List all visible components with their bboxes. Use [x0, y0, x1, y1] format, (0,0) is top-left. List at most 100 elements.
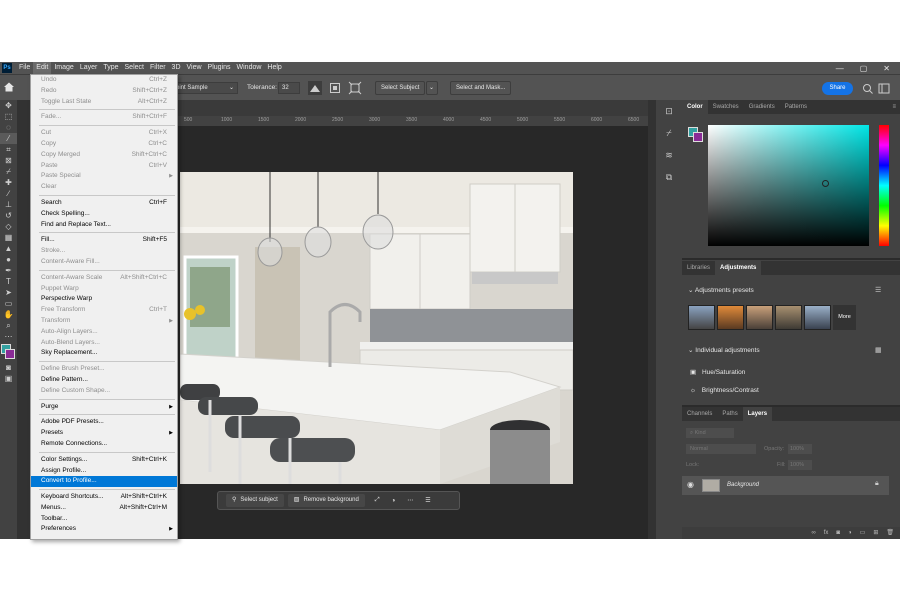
select-subject-button[interactable]: Select Subject [375, 81, 426, 95]
sample-all-layers-icon[interactable] [348, 81, 362, 95]
layer-row[interactable]: ◉ Background 🔒︎ [682, 476, 889, 495]
path-selection-icon[interactable]: ➤ [0, 287, 17, 298]
gradient-tool-icon[interactable]: ▦ [0, 232, 17, 243]
move-tool-icon[interactable]: ✥ [0, 100, 17, 111]
screen-mode-icon[interactable]: ▣ [0, 373, 17, 384]
maximize-icon[interactable]: ▢ [860, 64, 868, 73]
more-tools-icon[interactable]: ⋯ [0, 331, 17, 342]
adjustment-icon[interactable]: ◑ [392, 498, 396, 504]
menu-edit[interactable]: Edit [33, 62, 52, 74]
brush-settings-icon[interactable]: ⌿ [656, 122, 682, 144]
canvas-image[interactable] [180, 172, 573, 484]
color-picker-cursor[interactable] [822, 180, 829, 187]
more-options-icon[interactable]: ⋯ [407, 497, 413, 504]
menu-item-assign-profile[interactable]: Assign Profile... [31, 466, 177, 477]
layer-kind-filter[interactable]: ⌕ Kind [686, 428, 734, 438]
fill-input[interactable]: 100% [788, 460, 812, 470]
eyedropper-tool-icon[interactable]: ⌿ [0, 166, 17, 177]
menu-item-menus[interactable]: Menus... Alt+Shift+Ctrl+M [31, 503, 177, 514]
transform-icon[interactable]: ⤢ [375, 497, 380, 504]
brightness-contrast-item[interactable]: ☼ Brightness/Contrast [690, 387, 759, 394]
crop-tool-icon[interactable]: ⌗ [0, 144, 17, 155]
preset-thumbnail[interactable] [804, 305, 831, 330]
menu-item-perspective-warp[interactable]: Perspective Warp [31, 294, 177, 305]
properties-icon[interactable]: ⊡ [656, 100, 682, 122]
lasso-tool-icon[interactable]: ◌ [0, 122, 17, 133]
list-view-icon[interactable]: ☰ [875, 286, 881, 294]
tab-layers[interactable]: Layers [742, 407, 773, 421]
color-swatches[interactable] [0, 342, 17, 362]
menu-layer[interactable]: Layer [77, 62, 101, 74]
layer-name[interactable]: Background [727, 482, 759, 488]
more-presets-button[interactable]: More [833, 305, 856, 330]
menu-item-toolbar[interactable]: Toolbar... [31, 514, 177, 525]
tab-adjustments[interactable]: Adjustments [715, 261, 762, 275]
sample-size-select[interactable]: oint Sample ⌄ [172, 82, 238, 94]
color-picker-field[interactable] [708, 125, 869, 246]
panel-background-swatch[interactable] [693, 132, 703, 142]
tolerance-input[interactable]: 32 [278, 82, 300, 94]
menu-image[interactable]: Image [51, 62, 76, 74]
link-layers-icon[interactable]: ∞ [811, 527, 815, 539]
preset-thumbnail[interactable] [746, 305, 773, 330]
healing-brush-icon[interactable]: ✚ [0, 177, 17, 188]
history-brush-icon[interactable]: ↺ [0, 210, 17, 221]
background-color-swatch[interactable] [5, 349, 15, 359]
type-tool-icon[interactable]: T [0, 276, 17, 287]
history-icon[interactable]: ⧉ [656, 166, 682, 188]
tab-libraries[interactable]: Libraries [682, 261, 715, 275]
grid-view-icon[interactable]: ▦ [875, 346, 882, 354]
hue-saturation-item[interactable]: ▣ Hue/Saturation [690, 368, 745, 376]
tab-gradients[interactable]: Gradients [744, 100, 780, 114]
tab-paths[interactable]: Paths [717, 407, 742, 421]
menu-view[interactable]: View [184, 62, 205, 74]
pen-tool-icon[interactable]: ✒ [0, 265, 17, 276]
menu-help[interactable]: Help [264, 62, 284, 74]
zoom-tool-icon[interactable]: ⌕ [0, 320, 17, 331]
adjustments-icon[interactable]: ≋ [656, 144, 682, 166]
menu-item-sky-replacement[interactable]: Sky Replacement... [31, 348, 177, 359]
search-icon[interactable] [862, 83, 874, 94]
hue-slider[interactable] [879, 125, 889, 246]
menu-file[interactable]: File [16, 62, 33, 74]
opacity-input[interactable]: 100% [788, 444, 812, 454]
menu-item-preferences[interactable]: Preferences ▶ [31, 524, 177, 535]
menu-3d[interactable]: 3D [169, 62, 184, 74]
menu-item-find-and-replace-text[interactable]: Find and Replace Text... [31, 220, 177, 231]
adjustment-layer-icon[interactable]: ◑ [848, 527, 852, 539]
menu-item-purge[interactable]: Purge ▶ [31, 402, 177, 413]
panel-menu-icon[interactable]: ≡ [892, 100, 900, 114]
rectangle-tool-icon[interactable]: ▭ [0, 298, 17, 309]
tab-patterns[interactable]: Patterns [780, 100, 812, 114]
group-icon[interactable]: ▭ [860, 527, 866, 539]
frame-tool-icon[interactable]: ⊠ [0, 155, 17, 166]
marquee-tool-icon[interactable]: ⬚ [0, 111, 17, 122]
menu-item-color-settings[interactable]: Color Settings... Shift+Ctrl+K [31, 455, 177, 466]
eraser-tool-icon[interactable]: ◇ [0, 221, 17, 232]
menu-item-adobe-pdf-presets[interactable]: Adobe PDF Presets... [31, 417, 177, 428]
anti-alias-icon[interactable] [308, 81, 322, 95]
adjustments-presets-header[interactable]: ⌄ Adjustments presets [688, 286, 754, 294]
tab-color[interactable]: Color [682, 100, 708, 114]
home-icon[interactable] [3, 81, 17, 95]
menu-item-remote-connections[interactable]: Remote Connections... [31, 439, 177, 450]
menu-item-convert-to-profile[interactable]: Convert to Profile... [31, 476, 177, 488]
minimize-icon[interactable]: — [836, 64, 844, 73]
mask-icon[interactable]: ◙ [836, 527, 840, 539]
menu-item-search[interactable]: Search Ctrl+F [31, 198, 177, 209]
close-icon[interactable]: ✕ [883, 64, 890, 73]
dodge-tool-icon[interactable]: ● [0, 254, 17, 265]
brush-tool-icon[interactable]: ∕ [0, 188, 17, 199]
settings-sliders-icon[interactable]: ☰ [425, 497, 430, 504]
remove-background-button[interactable]: ▧ Remove background [287, 494, 365, 507]
workspace-icon[interactable] [878, 83, 890, 94]
blend-mode-select[interactable]: Normal [686, 444, 756, 454]
hand-tool-icon[interactable]: ✋ [0, 309, 17, 320]
menu-item-check-spelling[interactable]: Check Spelling... [31, 209, 177, 220]
trash-icon[interactable]: 🗑︎ [886, 527, 894, 539]
menu-type[interactable]: Type [100, 62, 121, 74]
clone-stamp-icon[interactable]: ⊥ [0, 199, 17, 210]
fx-icon[interactable]: fx [824, 527, 829, 539]
select-subject-dropdown[interactable]: ⌄ [426, 81, 438, 95]
preset-thumbnail[interactable] [688, 305, 715, 330]
